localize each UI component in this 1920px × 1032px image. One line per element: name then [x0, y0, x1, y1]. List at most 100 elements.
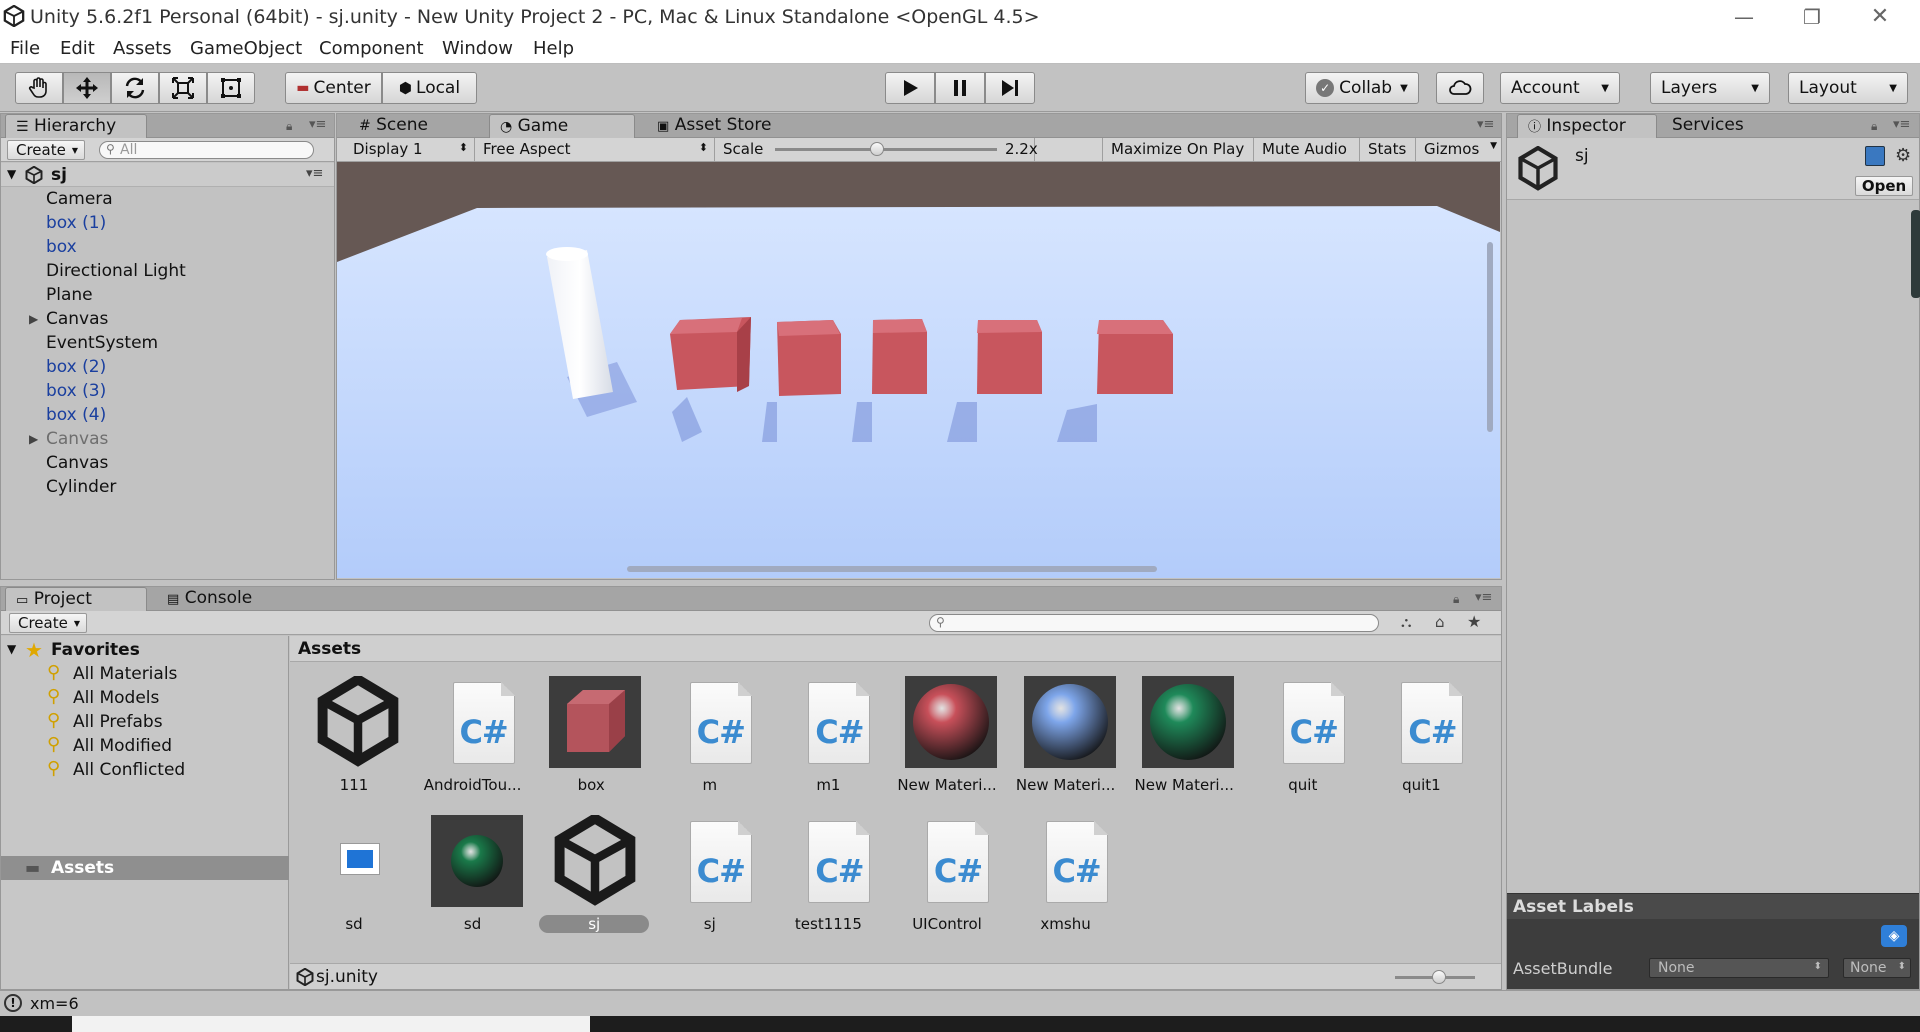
hierarchy-item[interactable]: EventSystem — [1, 331, 333, 355]
game-viewport[interactable] — [337, 162, 1500, 578]
zoom-slider-handle[interactable] — [1432, 970, 1446, 984]
hierarchy-item[interactable]: Directional Light — [1, 259, 333, 283]
lock-icon[interactable]: 🔒︎ — [1453, 592, 1459, 607]
display-dropdown[interactable]: Display 1 ⬍ — [345, 138, 475, 162]
gizmos-dropdown[interactable]: Gizmos ▼ — [1416, 138, 1501, 162]
scene-header[interactable]: ▼ sj ▾≡ — [1, 163, 334, 187]
filter-by-type-icon[interactable]: ⛬ — [1401, 613, 1412, 631]
asset-item[interactable]: New Materi... — [1016, 676, 1116, 806]
favorite-item[interactable]: ⚲ All Conflicted — [1, 758, 289, 782]
asset-item[interactable]: C# quit — [1253, 676, 1353, 806]
tab-console[interactable]: ▤ Console — [157, 587, 277, 611]
asset-bundle-variant-dropdown[interactable]: None ⬍ — [1843, 958, 1911, 978]
tab-project[interactable]: ▭ Project — [5, 587, 147, 611]
menu-gameobject[interactable]: GameObject — [190, 38, 302, 59]
vertical-scrollbar[interactable] — [1487, 242, 1493, 432]
menu-help[interactable]: Help — [533, 38, 574, 59]
gear-icon[interactable]: ⚙ — [1895, 145, 1911, 166]
account-dropdown[interactable]: Account ▼ — [1500, 72, 1620, 104]
foldout-closed-icon[interactable]: ▶ — [29, 432, 38, 446]
tab-inspector[interactable]: ⓘ Inspector — [1517, 114, 1657, 138]
favorite-item[interactable]: ⚲ All Prefabs — [1, 710, 289, 734]
collab-dropdown[interactable]: ✓ Collab ▼ — [1305, 72, 1419, 104]
move-tool-button[interactable] — [63, 72, 111, 104]
pause-button[interactable] — [935, 72, 985, 104]
favorite-star-icon[interactable]: ★ — [1467, 612, 1481, 631]
close-button[interactable]: ✕ — [1852, 2, 1908, 32]
asset-item[interactable]: C# UIControl — [897, 815, 997, 945]
hierarchy-item[interactable]: ▶ Canvas — [1, 427, 333, 451]
asset-item[interactable]: New Materi... — [897, 676, 997, 806]
hierarchy-item[interactable]: box (4) — [1, 403, 333, 427]
tab-scene[interactable]: # Scene — [349, 114, 469, 138]
asset-item[interactable]: sd — [423, 815, 523, 945]
hierarchy-item[interactable]: box (1) — [1, 211, 333, 235]
cloud-button[interactable] — [1436, 72, 1484, 104]
asset-item[interactable]: C# quit1 — [1371, 676, 1471, 806]
asset-item[interactable]: New Materi... — [1134, 676, 1235, 806]
asset-item[interactable]: C# m1 — [778, 676, 878, 806]
menu-window[interactable]: Window — [442, 38, 513, 59]
tab-asset-store[interactable]: ▣ Asset Store — [647, 114, 797, 138]
scale-tool-button[interactable] — [159, 72, 207, 104]
layout-dropdown[interactable]: Layout ▼ — [1788, 72, 1908, 104]
step-button[interactable] — [985, 72, 1035, 104]
status-bar[interactable]: ! xm=6 — [0, 990, 1920, 1016]
scene-menu-icon[interactable]: ▾≡ — [306, 166, 323, 181]
hierarchy-search-input[interactable]: ⚲ All — [99, 141, 314, 159]
asset-item[interactable]: C# sj — [660, 815, 760, 945]
lock-icon[interactable]: 🔒︎ — [1871, 119, 1877, 134]
lock-icon[interactable]: 🔒︎ — [286, 119, 292, 134]
favorite-item[interactable]: ⚲ All Models — [1, 686, 289, 710]
hierarchy-item[interactable]: box — [1, 235, 333, 259]
asset-item[interactable]: C# m — [660, 676, 760, 806]
hierarchy-create-button[interactable]: Create ▼ — [7, 140, 85, 160]
favorites-header[interactable]: ▼ ★ Favorites — [1, 638, 289, 662]
favorite-item[interactable]: ⚲ All Materials — [1, 662, 289, 686]
asset-item[interactable]: C# test1115 — [778, 815, 878, 945]
panel-menu-icon[interactable]: ▾≡ — [1893, 117, 1910, 132]
asset-item[interactable]: C# xmshu — [1016, 815, 1116, 945]
taskbar-search-box[interactable] — [72, 1016, 590, 1032]
mute-audio-toggle[interactable]: Mute Audio — [1254, 138, 1360, 162]
asset-item[interactable]: sd — [304, 815, 404, 945]
panel-menu-icon[interactable]: ▾≡ — [1475, 590, 1492, 605]
asset-item[interactable]: 111 — [304, 673, 404, 806]
play-button[interactable] — [885, 72, 935, 104]
hierarchy-item[interactable]: Camera — [1, 187, 333, 211]
hierarchy-item[interactable]: ▶ Canvas — [1, 307, 333, 331]
project-search-input[interactable]: ⚲ — [929, 614, 1379, 632]
pivot-local-toggle[interactable]: ⬢ Local — [382, 72, 477, 104]
asset-bundle-name-dropdown[interactable]: None ⬍ — [1649, 958, 1829, 978]
hierarchy-item[interactable]: box (3) — [1, 379, 333, 403]
help-book-icon[interactable] — [1865, 146, 1885, 166]
zoom-slider-track[interactable] — [1395, 970, 1475, 984]
asset-item[interactable]: C# AndroidTou... — [423, 676, 523, 806]
foldout-closed-icon[interactable]: ▶ — [29, 312, 38, 326]
pivot-center-toggle[interactable]: ▬ Center — [285, 72, 382, 104]
hand-tool-button[interactable] — [15, 72, 63, 104]
assets-folder-row[interactable]: ▬ Assets — [1, 856, 289, 880]
panel-menu-icon[interactable]: ▾≡ — [1477, 117, 1494, 132]
asset-item[interactable]: box — [541, 676, 642, 806]
tag-icon[interactable]: ◈ — [1881, 925, 1907, 947]
menu-edit[interactable]: Edit — [60, 38, 95, 59]
minimize-button[interactable]: — — [1716, 2, 1772, 32]
layers-dropdown[interactable]: Layers ▼ — [1650, 72, 1770, 104]
maximize-on-play-toggle[interactable]: Maximize On Play — [1102, 138, 1254, 162]
menu-component[interactable]: Component — [319, 38, 424, 59]
panel-menu-icon[interactable]: ▾≡ — [309, 117, 326, 132]
aspect-dropdown[interactable]: Free Aspect ⬍ — [475, 138, 715, 162]
menu-assets[interactable]: Assets — [113, 38, 172, 59]
tab-game[interactable]: ◔ Game — [489, 114, 635, 138]
hierarchy-item[interactable]: Cylinder — [1, 475, 333, 499]
scale-slider-handle[interactable] — [870, 142, 885, 156]
tab-hierarchy[interactable]: ☰ Hierarchy — [5, 114, 147, 138]
project-create-button[interactable]: Create ▼ — [9, 613, 87, 633]
scale-slider-track[interactable] — [775, 142, 997, 156]
rect-tool-button[interactable] — [207, 72, 255, 104]
tab-services[interactable]: Services — [1662, 114, 1772, 138]
menu-file[interactable]: File — [10, 38, 40, 59]
asset-item[interactable]: sj — [539, 812, 650, 945]
filter-by-label-icon[interactable]: ⌂ — [1435, 613, 1445, 631]
